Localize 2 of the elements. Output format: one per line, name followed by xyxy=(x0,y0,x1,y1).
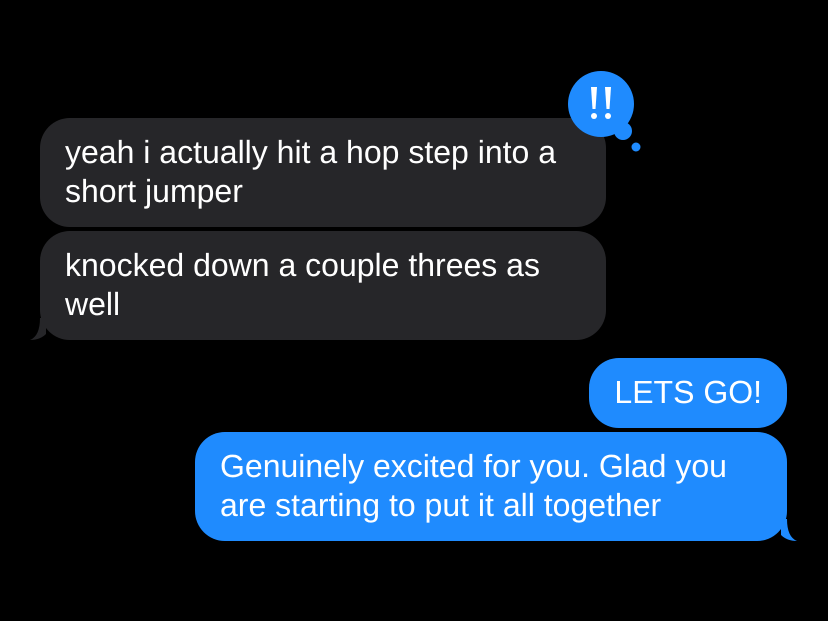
received-message-bubble[interactable]: yeah i actually hit a hop step into a short jumper xyxy=(40,118,606,227)
received-message-bubble[interactable]: knocked down a couple threes as well xyxy=(40,231,606,340)
